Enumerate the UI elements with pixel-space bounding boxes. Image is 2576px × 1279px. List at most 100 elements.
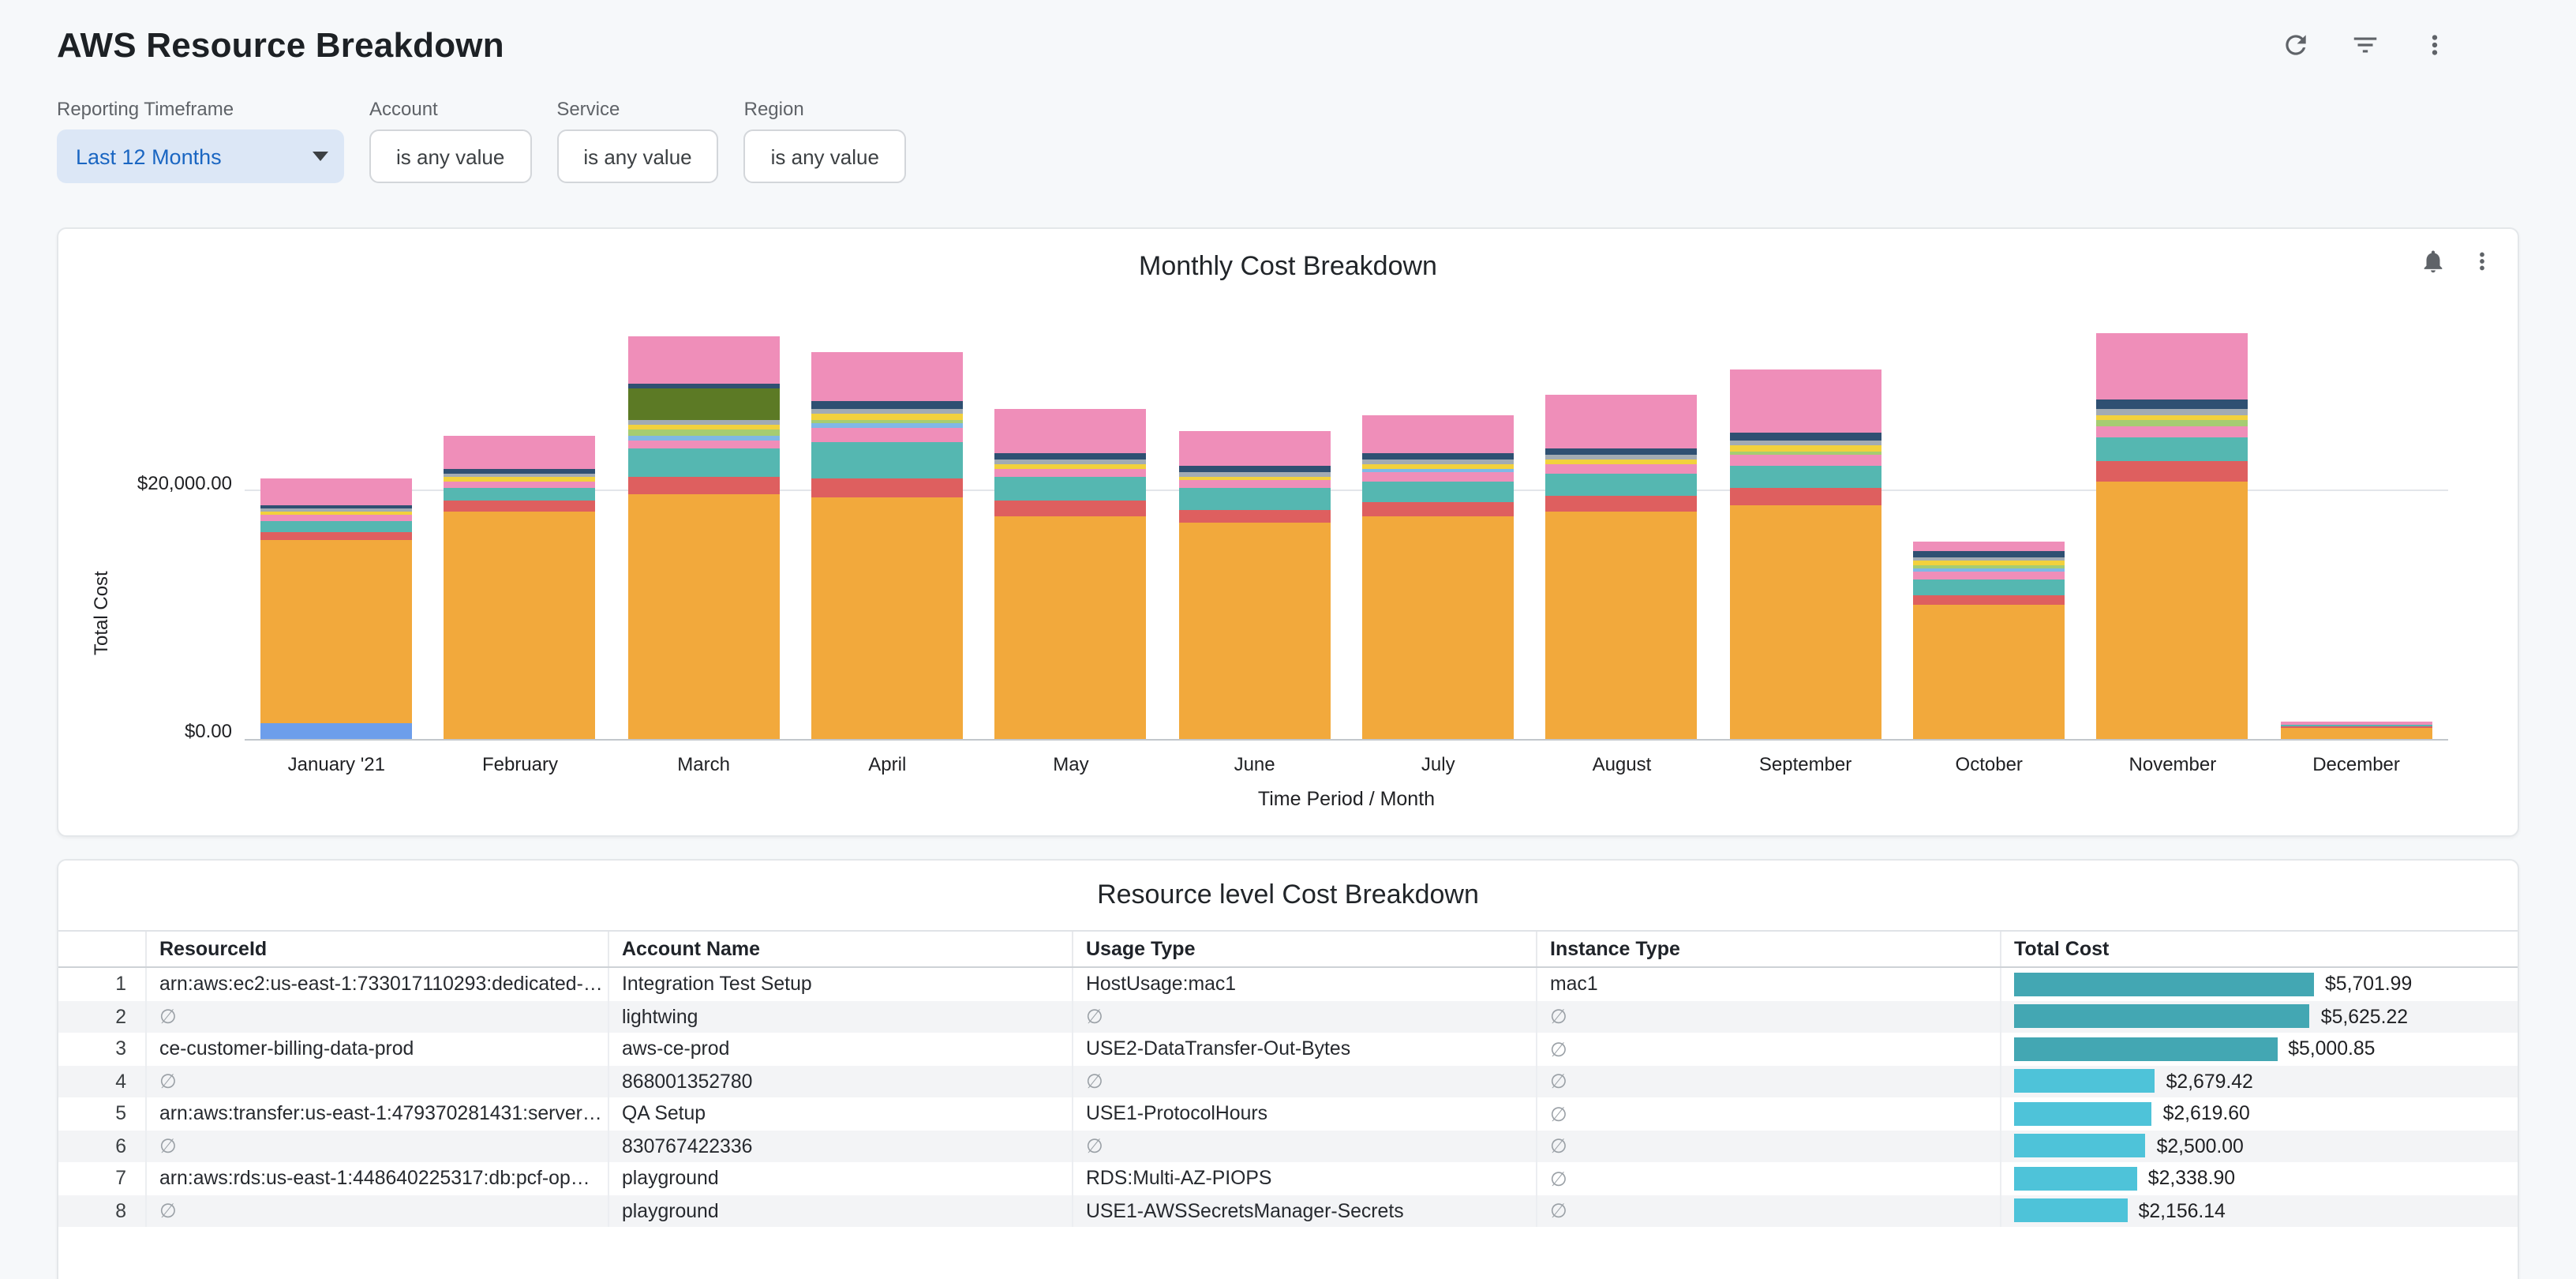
bar-segment[interactable] bbox=[2097, 400, 2248, 410]
filter-icon[interactable] bbox=[2349, 28, 2380, 60]
stacked-bar[interactable] bbox=[1546, 395, 1698, 739]
bar-segment[interactable] bbox=[1913, 595, 2065, 606]
bar-segment[interactable] bbox=[1546, 395, 1698, 448]
bar-segment[interactable] bbox=[628, 336, 780, 384]
bar-segment[interactable] bbox=[260, 540, 412, 723]
bar-segment[interactable] bbox=[1730, 369, 1881, 433]
bar-segment[interactable] bbox=[1730, 489, 1881, 504]
bar-segment[interactable] bbox=[1179, 510, 1331, 523]
bar-segment[interactable] bbox=[1546, 464, 1698, 474]
bar-segment[interactable] bbox=[811, 428, 963, 441]
bar-segment[interactable] bbox=[2097, 421, 2248, 426]
bar-segment[interactable] bbox=[260, 516, 412, 522]
bar-segment[interactable] bbox=[444, 501, 596, 512]
bar-segment[interactable] bbox=[1546, 474, 1698, 496]
bar-segment[interactable] bbox=[260, 522, 412, 532]
bar-segment[interactable] bbox=[811, 441, 963, 478]
refresh-icon[interactable] bbox=[2279, 28, 2311, 60]
service-filter-button[interactable]: is any value bbox=[556, 129, 718, 183]
bar-segment[interactable] bbox=[995, 516, 1147, 739]
bar-segment[interactable] bbox=[1362, 415, 1514, 452]
bar-segment[interactable] bbox=[444, 487, 596, 501]
bar-segment[interactable] bbox=[1913, 579, 2065, 595]
bar-segment[interactable] bbox=[1362, 482, 1514, 503]
bar-segment[interactable] bbox=[444, 511, 596, 739]
bar-segment[interactable] bbox=[1179, 432, 1331, 467]
stacked-bar[interactable] bbox=[1730, 369, 1881, 739]
bar-segment[interactable] bbox=[995, 469, 1147, 478]
bar-segment[interactable] bbox=[1730, 455, 1881, 465]
bar-segment[interactable] bbox=[1913, 551, 2065, 557]
bar-segment[interactable] bbox=[260, 723, 412, 739]
bar-segment[interactable] bbox=[628, 476, 780, 493]
bar-segment[interactable] bbox=[811, 497, 963, 739]
timeframe-select[interactable]: Last 12 Months bbox=[57, 129, 344, 183]
bar-segment[interactable] bbox=[811, 478, 963, 497]
bar-segment[interactable] bbox=[2097, 426, 2248, 437]
stacked-bar[interactable] bbox=[1362, 415, 1514, 739]
bar-segment[interactable] bbox=[1730, 465, 1881, 489]
bar-segment[interactable] bbox=[444, 482, 596, 488]
bar-segment[interactable] bbox=[1362, 472, 1514, 482]
table-row[interactable]: 4∅868001352780∅∅$2,679.42 bbox=[58, 1065, 2518, 1097]
bar-segment[interactable] bbox=[628, 449, 780, 477]
column-header-resourceid[interactable]: ResourceId bbox=[147, 932, 609, 966]
kebab-menu-icon[interactable] bbox=[2418, 28, 2450, 60]
bar-segment[interactable] bbox=[2097, 410, 2248, 415]
bar-segment[interactable] bbox=[995, 409, 1147, 453]
table-row[interactable]: 1arn:aws:ec2:us-east-1:733017110293:dedi… bbox=[58, 968, 2518, 1000]
bar-segment[interactable] bbox=[2097, 437, 2248, 461]
stacked-bar[interactable] bbox=[628, 336, 780, 739]
table-row[interactable]: 2∅lightwing∅∅$5,625.22 bbox=[58, 1000, 2518, 1033]
bar-segment[interactable] bbox=[1546, 496, 1698, 511]
bar-segment[interactable] bbox=[628, 493, 780, 739]
bar-segment[interactable] bbox=[995, 500, 1147, 516]
table-row[interactable]: 8∅playgroundUSE1-AWSSecretsManager-Secre… bbox=[58, 1195, 2518, 1227]
bar-segment[interactable] bbox=[2097, 415, 2248, 421]
bar-segment[interactable] bbox=[1546, 448, 1698, 455]
bar-segment[interactable] bbox=[995, 478, 1147, 500]
column-header-usage-type[interactable]: Usage Type bbox=[1073, 932, 1537, 966]
bar-segment[interactable] bbox=[2281, 727, 2432, 739]
bar-segment[interactable] bbox=[1179, 481, 1331, 489]
bar-segment[interactable] bbox=[811, 352, 963, 400]
bar-segment[interactable] bbox=[1362, 452, 1514, 459]
bar-segment[interactable] bbox=[1362, 502, 1514, 516]
bar-segment[interactable] bbox=[628, 441, 780, 449]
bar-segment[interactable] bbox=[995, 453, 1147, 460]
bar-segment[interactable] bbox=[444, 436, 596, 469]
bar-segment[interactable] bbox=[260, 531, 412, 540]
bar-segment[interactable] bbox=[1546, 511, 1698, 739]
stacked-bar[interactable] bbox=[260, 479, 412, 740]
bar-segment[interactable] bbox=[1913, 572, 2065, 579]
bar-segment[interactable] bbox=[2097, 461, 2248, 481]
region-filter-button[interactable]: is any value bbox=[744, 129, 906, 183]
column-header-total-cost[interactable]: Total Cost bbox=[2001, 932, 2518, 966]
bar-segment[interactable] bbox=[1913, 541, 2065, 551]
stacked-bar[interactable] bbox=[995, 409, 1147, 739]
table-row[interactable]: 3ce-customer-billing-data-prodaws-ce-pro… bbox=[58, 1033, 2518, 1065]
bar-segment[interactable] bbox=[628, 429, 780, 436]
bar-segment[interactable] bbox=[811, 409, 963, 414]
stacked-bar[interactable] bbox=[1913, 541, 2065, 739]
bar-segment[interactable] bbox=[2097, 481, 2248, 739]
stacked-bar[interactable] bbox=[811, 352, 963, 739]
table-row[interactable]: 7arn:aws:rds:us-east-1:448640225317:db:p… bbox=[58, 1162, 2518, 1195]
bar-segment[interactable] bbox=[1362, 516, 1514, 739]
stacked-bar[interactable] bbox=[1179, 432, 1331, 739]
column-header-instance-type[interactable]: Instance Type bbox=[1537, 932, 2001, 966]
bar-segment[interactable] bbox=[1913, 605, 2065, 739]
bar-segment[interactable] bbox=[811, 401, 963, 409]
account-filter-button[interactable]: is any value bbox=[369, 129, 531, 183]
table-row[interactable]: 6∅830767422336∅∅$2,500.00 bbox=[58, 1130, 2518, 1162]
alert-bell-icon[interactable] bbox=[2420, 248, 2447, 283]
bar-segment[interactable] bbox=[1179, 489, 1331, 510]
bar-segment[interactable] bbox=[1730, 433, 1881, 441]
bar-segment[interactable] bbox=[260, 479, 412, 505]
bar-segment[interactable] bbox=[628, 388, 780, 421]
stacked-bar[interactable] bbox=[444, 436, 596, 739]
bar-segment[interactable] bbox=[1730, 504, 1881, 739]
stacked-bar[interactable] bbox=[2281, 722, 2432, 739]
bar-segment[interactable] bbox=[2097, 334, 2248, 400]
column-header-account-name[interactable]: Account Name bbox=[609, 932, 1073, 966]
